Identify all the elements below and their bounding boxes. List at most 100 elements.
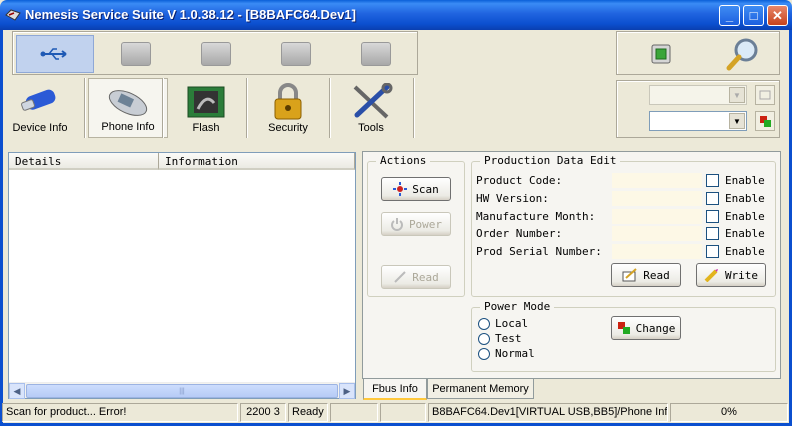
padlock-icon [274,83,302,120]
tab-permanent-memory[interactable]: Permanent Memory [427,379,534,399]
read-production-button[interactable]: Read [611,263,681,287]
status-state: Ready [288,403,328,422]
maximize-icon: □ [749,8,758,23]
scroll-left-button[interactable]: ◀ [9,383,25,399]
close-button[interactable]: ✕ [767,5,788,26]
prod-serial-number-label: Prod Serial Number: [476,245,602,258]
hw-version-label: HW Version: [476,192,549,205]
chip-button[interactable] [647,40,675,68]
prod-serial-number-enable-checkbox[interactable] [706,245,719,258]
category-device-info[interactable]: Device Info [0,78,80,138]
tools-icon [353,83,393,119]
port-settings-button[interactable] [755,85,775,105]
column-header-details[interactable]: Details [9,153,159,170]
product-code-enable-checkbox[interactable] [706,174,719,187]
device-info-icon [21,89,56,111]
power-icon [390,218,403,231]
device-slot-2-button[interactable] [177,35,255,73]
order-number-enable-checkbox[interactable] [706,227,719,240]
write-production-button[interactable]: Write [696,263,766,287]
chevron-down-icon: ▼ [729,113,745,129]
category-flash[interactable]: Flash [166,78,246,138]
chevron-down-icon: ▼ [729,87,745,103]
maximize-button[interactable]: □ [743,5,764,26]
hw-version-input[interactable] [612,191,702,206]
read-label: Read [412,270,439,284]
power-button[interactable]: Power [381,212,451,236]
category-label: Phone Info [101,121,155,133]
close-icon: ✕ [772,7,783,23]
read-info-button[interactable]: Read [381,265,451,289]
enable-label: Enable [725,210,765,223]
status-device: B8BAFC64.Dev1[VIRTUAL USB,BB5]/Phone Inf… [428,403,668,422]
pencil-icon [704,269,718,282]
device-icon [121,42,151,66]
column-header-information[interactable]: Information [159,153,355,170]
hw-version-enable-checkbox[interactable] [706,192,719,205]
category-tools[interactable]: Tools [331,78,411,138]
status-bar: Scan for product... Error! 2200 3 Ready … [0,403,788,422]
horizontal-scrollbar[interactable]: ◀ ||| ▶ [9,382,355,399]
manufacture-month-enable-checkbox[interactable] [706,210,719,223]
scroll-thumb[interactable]: ||| [26,384,338,398]
power-label: Power [408,217,443,231]
change-power-mode-button[interactable]: Change [611,316,681,340]
status-progress: 0% [670,403,788,422]
category-divider [162,78,164,138]
device-action-button[interactable] [755,111,775,131]
usb-connection-button[interactable] [16,35,94,73]
phone-icon [108,90,148,116]
order-number-input[interactable] [612,226,702,241]
scan-button[interactable]: Scan [381,177,451,201]
device-icon [361,42,391,66]
chip-plug-icon [760,116,771,127]
actions-group: Actions Scan Power Read [367,154,465,297]
test-label: Test [495,332,522,345]
device-slot-4-button[interactable] [337,35,415,73]
change-label: Change [635,321,676,335]
category-phone-info[interactable]: Phone Info [88,78,168,138]
tab-fbus-info[interactable]: Fbus Info [363,379,427,400]
device-combo[interactable]: ▼ [649,111,747,131]
scan-label: Scan [412,182,439,196]
read-production-label: Read [643,268,670,282]
flash-chip-icon [187,86,225,118]
normal-radio[interactable] [478,348,490,360]
product-code-input[interactable] [612,173,702,188]
chip-plug-icon [617,322,630,334]
device-slot-1-button[interactable] [97,35,175,73]
chip-icon [651,44,671,64]
grip-icon: ||| [179,387,185,395]
status-message: Scan for product... Error! [2,403,238,422]
device-icon [281,42,311,66]
read-data-icon [622,268,637,282]
scroll-right-button[interactable]: ▶ [339,383,355,399]
search-button[interactable] [725,36,761,72]
settings-icon [759,90,771,100]
scan-icon [393,182,408,196]
production-title: Production Data Edit [480,154,621,167]
app-icon [5,9,21,21]
minimize-button[interactable]: _ [719,5,740,26]
device-icon [201,42,231,66]
details-listview[interactable]: Details Information ◀ ||| ▶ [8,152,356,399]
usb-icon [40,48,67,60]
category-security[interactable]: Security [248,78,328,138]
local-radio[interactable] [478,318,490,330]
actions-title: Actions [376,154,431,167]
prod-serial-number-input[interactable] [612,244,702,259]
port-combo[interactable]: ▼ [649,85,747,105]
device-slot-3-button[interactable] [257,35,335,73]
enable-label: Enable [725,245,765,258]
title-bar[interactable]: Nemesis Service Suite V 1.0.38.12 - [B8B… [0,0,792,30]
category-label: Flash [192,122,220,134]
order-number-label: Order Number: [476,227,563,240]
window-title: Nemesis Service Suite V 1.0.38.12 - [B8B… [25,7,356,22]
manufacture-month-input[interactable] [612,209,702,224]
enable-label: Enable [725,174,765,187]
test-radio[interactable] [478,333,490,345]
status-code: 2200 3 [240,403,286,422]
utility-toolbar [616,31,780,75]
normal-label: Normal [495,347,535,360]
enable-label: Enable [725,227,765,240]
